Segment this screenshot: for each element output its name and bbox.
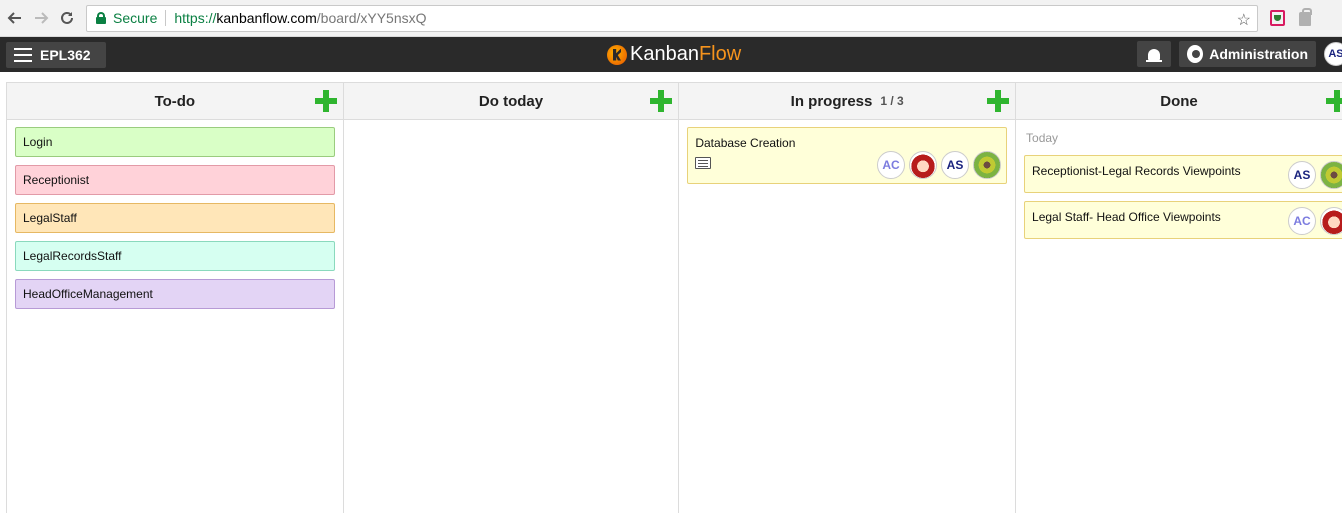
secure-label: Secure xyxy=(113,10,158,26)
assignee-avatar-photo[interactable] xyxy=(909,151,938,179)
column-in-progress: In progress 1 / 3 Database Creation AC A… xyxy=(679,83,1017,513)
add-task-plus-icon[interactable] xyxy=(987,90,1010,112)
column-title: Done xyxy=(1160,92,1198,110)
comment-icon xyxy=(695,157,712,169)
url-scheme: https:// xyxy=(174,10,217,26)
logo-text-flow: Flow xyxy=(698,43,742,65)
column-do-today: Do today xyxy=(343,83,680,513)
logo-text-kanban: Kanban xyxy=(630,43,699,65)
column-title: In progress xyxy=(790,92,873,110)
url-path: /board/xYY5nsxQ xyxy=(316,10,427,26)
forward-button[interactable] xyxy=(28,5,54,31)
reload-icon xyxy=(61,11,73,24)
gear-icon xyxy=(1184,43,1208,65)
assignee-avatar-photo[interactable] xyxy=(1320,207,1342,235)
column-body xyxy=(344,120,679,134)
app-header: EPL362 Kanban Flow Administration AS xyxy=(0,37,1342,72)
administration-label: Administration xyxy=(1209,46,1308,62)
forward-arrow-icon xyxy=(35,12,49,24)
task-assignees: AC xyxy=(1288,207,1342,235)
task-card[interactable]: Database Creation AC AS xyxy=(687,127,1008,184)
administration-button[interactable]: Administration xyxy=(1179,41,1316,67)
browser-toolbar: Secure https:// kanbanflow.com /board/xY… xyxy=(0,0,1342,37)
wip-limit: 1 / 3 xyxy=(880,94,904,108)
back-button[interactable] xyxy=(2,5,28,31)
task-card[interactable]: Legal Staff- Head Office Viewpoints AC xyxy=(1024,201,1342,239)
kanbanflow-logo[interactable]: Kanban Flow xyxy=(607,43,741,66)
bookmark-star-icon[interactable]: ☆ xyxy=(1237,10,1251,30)
column-todo: To-do Login Receptionist LegalStaff Lega… xyxy=(7,83,344,513)
task-title: Database Creation xyxy=(695,136,796,150)
task-assignees: AC AS xyxy=(877,151,1002,179)
extension-shield-icon[interactable] xyxy=(1270,10,1285,26)
kanban-board: To-do Login Receptionist LegalStaff Lega… xyxy=(6,82,1342,513)
task-title: Login xyxy=(23,135,53,149)
task-card[interactable]: Receptionist xyxy=(15,165,335,195)
notifications-button[interactable] xyxy=(1137,41,1171,67)
task-title: LegalStaff xyxy=(23,211,77,225)
task-title: LegalRecordsStaff xyxy=(23,249,122,263)
board-name: EPL362 xyxy=(40,46,91,63)
column-body: Login Receptionist LegalStaff LegalRecor… xyxy=(7,120,343,324)
column-header: Do today xyxy=(343,83,679,120)
column-header: To-do xyxy=(7,83,343,120)
reload-button[interactable] xyxy=(54,5,80,31)
column-body: Today Receptionist-Legal Records Viewpoi… xyxy=(1016,120,1342,254)
extensions-area xyxy=(1270,8,1312,26)
add-task-plus-icon[interactable] xyxy=(314,90,337,112)
lock-icon xyxy=(96,12,106,24)
column-header: In progress 1 / 3 xyxy=(679,83,1016,120)
add-task-plus-icon[interactable] xyxy=(1326,90,1342,112)
column-header: Done xyxy=(1016,83,1342,120)
logo-mark-icon xyxy=(607,44,627,65)
date-group-label: Today xyxy=(1026,131,1059,145)
board-menu-button[interactable]: EPL362 xyxy=(6,41,106,68)
column-done: Done Today Receptionist-Legal Records Vi… xyxy=(1016,83,1342,513)
column-title: Do today xyxy=(478,92,544,110)
task-title: Receptionist xyxy=(23,173,90,187)
column-body: Database Creation AC AS xyxy=(679,120,1015,199)
url-host: kanbanflow.com xyxy=(216,10,317,26)
assignee-avatar[interactable]: AS xyxy=(941,151,970,179)
assignee-avatar[interactable]: AC xyxy=(877,151,906,179)
address-bar[interactable]: Secure https:// kanbanflow.com /board/xY… xyxy=(86,4,1258,32)
header-actions: Administration AS xyxy=(1137,41,1342,67)
omnibox-divider xyxy=(165,10,167,26)
assignee-avatar-photo[interactable] xyxy=(1320,161,1342,189)
task-card[interactable]: Receptionist-Legal Records Viewpoints AS xyxy=(1024,155,1342,193)
task-card[interactable]: HeadOfficeManagement xyxy=(15,279,335,309)
task-card[interactable]: LegalStaff xyxy=(15,203,335,233)
task-title: HeadOfficeManagement xyxy=(23,287,153,301)
assignee-avatar[interactable]: AS xyxy=(1288,161,1317,189)
task-card[interactable]: LegalRecordsStaff xyxy=(15,241,335,271)
assignee-avatar-photo[interactable] xyxy=(973,151,1002,179)
add-task-plus-icon[interactable] xyxy=(650,90,673,112)
hamburger-icon xyxy=(14,47,32,62)
user-avatar[interactable]: AS xyxy=(1324,42,1342,66)
assignee-avatar[interactable]: AC xyxy=(1288,207,1317,235)
extension-bag-icon[interactable] xyxy=(1299,8,1312,26)
bell-icon xyxy=(1146,48,1162,62)
back-arrow-icon xyxy=(7,12,21,24)
task-assignees: AS xyxy=(1288,161,1342,189)
task-card[interactable]: Login xyxy=(15,127,335,157)
column-title: To-do xyxy=(154,92,196,110)
